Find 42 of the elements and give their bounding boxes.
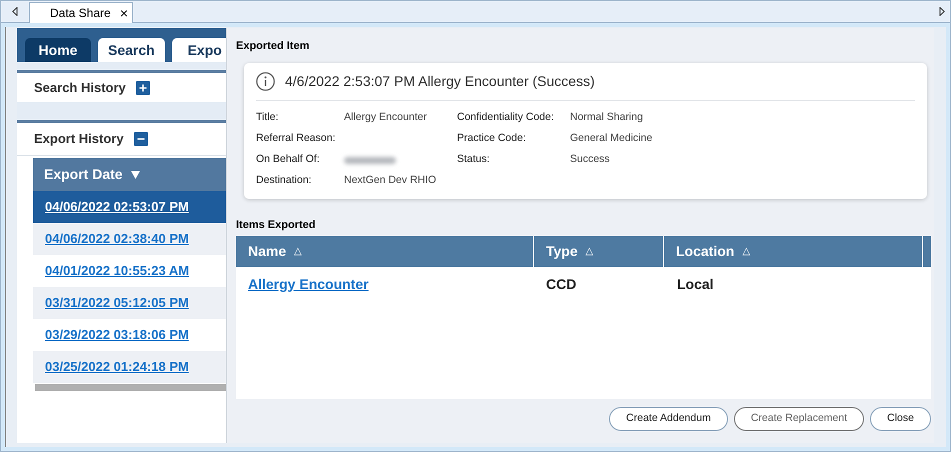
collapse-icon[interactable]: [134, 132, 148, 146]
history-row[interactable]: 04/06/2022 02:53:07 PM: [33, 191, 226, 223]
history-row[interactable]: 04/06/2022 02:38:40 PM: [33, 223, 226, 255]
field-value: NextGen Dev RHIO: [344, 173, 436, 188]
close-button[interactable]: ×: [120, 6, 128, 20]
scroll-right-icon[interactable]: [939, 7, 945, 16]
action-button[interactable]: Close: [870, 407, 931, 431]
field-label: Destination:: [256, 173, 312, 188]
window-tab[interactable]: Data Share ×: [29, 2, 133, 23]
field-value: Allergy Encounter: [344, 110, 427, 126]
column-header[interactable]: Name △: [236, 236, 534, 267]
column-header[interactable]: Location △: [664, 236, 923, 267]
nav-tab[interactable]: Home: [25, 38, 91, 62]
field-label: Title:: [256, 110, 280, 126]
section-title: Export History: [34, 130, 124, 148]
section-heading: Items Exported: [236, 218, 316, 232]
field-label: Referral Reason:: [256, 131, 336, 146]
history-row[interactable]: 03/31/2022 05:12:05 PM: [33, 287, 226, 319]
field-label: Practice Code:: [457, 131, 527, 146]
column-header[interactable]: Export Date: [33, 158, 226, 191]
table-cell: CCD: [546, 276, 576, 292]
history-row[interactable]: 03/25/2022 01:24:18 PM: [33, 351, 226, 383]
scroll-left-icon[interactable]: [12, 7, 18, 16]
action-button[interactable]: Create Addendum: [609, 407, 728, 431]
field-label: On Behalf Of:: [256, 152, 321, 168]
scrollbar[interactable]: [35, 384, 226, 391]
sort-down-icon: [130, 170, 140, 178]
field-value: Normal Sharing: [570, 110, 643, 126]
table-cell: Local: [677, 276, 714, 292]
field-value: General Medicine: [570, 131, 652, 146]
section-title: Search History: [34, 78, 126, 97]
item-link[interactable]: Allergy Encounter: [248, 276, 369, 292]
expand-icon[interactable]: [136, 80, 150, 94]
field-label: Status:: [457, 152, 491, 168]
info-icon: [256, 72, 275, 90]
nav-tab[interactable]: Search: [98, 38, 165, 62]
item-title: 4/6/2022 2:53:07 PM Allergy Encounter (Success): [285, 72, 595, 91]
column-header[interactable]: Type △: [534, 236, 664, 267]
section-heading: Exported Item: [236, 39, 310, 54]
field-label: Confidentiality Code:: [457, 110, 555, 126]
nav-tab[interactable]: Expo: [172, 38, 226, 62]
field-value: Success: [570, 152, 610, 168]
